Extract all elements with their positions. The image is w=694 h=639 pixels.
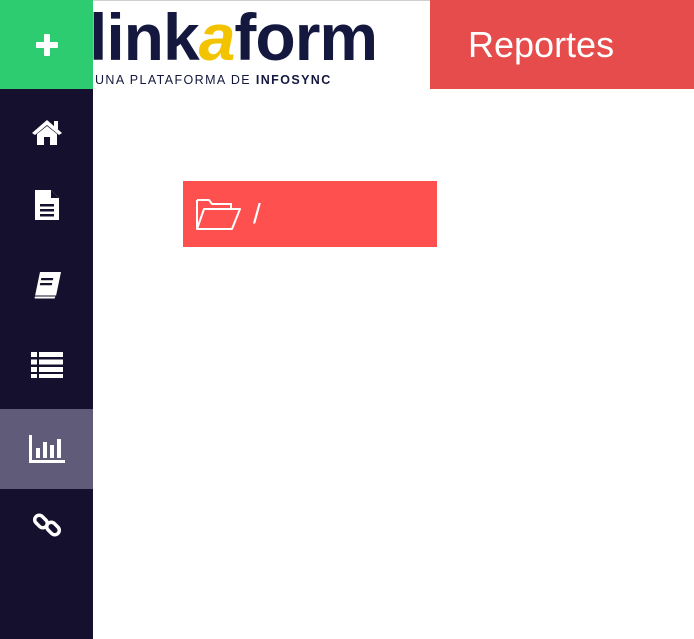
link-icon [32, 513, 61, 537]
sidebar-item-reports[interactable] [0, 409, 93, 489]
logo-tagline: UNA PLATAFORMA DE INFOSYNC [95, 73, 332, 87]
sidebar-item-records[interactable] [0, 325, 93, 405]
sidebar-item-links[interactable] [0, 485, 93, 565]
plus-icon [35, 33, 58, 56]
folder-open-icon [196, 199, 241, 230]
document-icon [34, 190, 59, 220]
page-title: Reportes [430, 0, 694, 89]
sidebar-item-catalogs[interactable] [0, 245, 93, 325]
bar-chart-icon [28, 435, 65, 463]
list-icon [30, 352, 63, 378]
sidebar-item-home[interactable] [0, 92, 93, 172]
sidebar-item-forms[interactable] [0, 165, 93, 245]
logo-wordmark: linkaform [89, 0, 378, 74]
add-button[interactable] [0, 0, 93, 89]
sidebar [0, 0, 93, 639]
breadcrumb-path: / [253, 198, 261, 229]
breadcrumb[interactable]: / [183, 181, 437, 247]
logo: linkaform UNA PLATAFORMA DE INFOSYNC [89, 0, 430, 89]
book-icon [33, 272, 61, 300]
home-icon [31, 120, 62, 145]
